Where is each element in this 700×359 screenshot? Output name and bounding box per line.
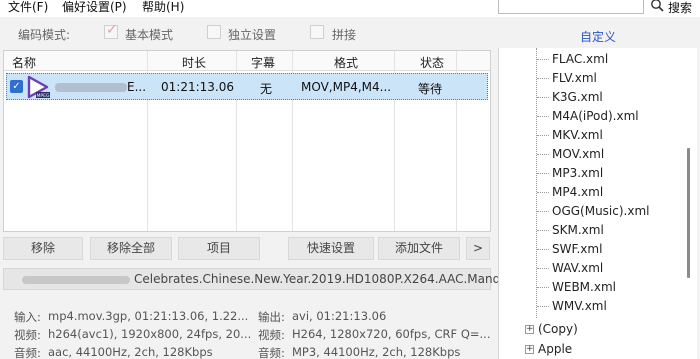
menu-file[interactable]: 文件(F) xyxy=(8,0,48,14)
tree-group-apple[interactable]: + Apple xyxy=(525,342,572,356)
tree-item-label[interactable]: K3G.xml xyxy=(552,90,603,104)
file-list: 名称 时长 字幕 格式 状态 ✓ MPEG E... 01:21:13.06 无… xyxy=(3,50,491,232)
action-bar: 移除 移除全部 项目 快速设置 添加文件 > xyxy=(3,237,493,261)
audio-in-value: aac, 44100Hz, 2ch, 128Kbps xyxy=(48,345,213,359)
tree-item-label[interactable]: FLV.xml xyxy=(552,71,597,85)
mpeg-badge: MPEG xyxy=(37,93,50,99)
tree-item[interactable]: MP4.xml xyxy=(537,185,603,204)
tree-item[interactable]: SKM.xml xyxy=(537,223,604,242)
row-subtitle: 无 xyxy=(260,82,273,96)
tree-item[interactable]: MKV.xml xyxy=(537,128,603,147)
tree-item[interactable]: K3G.xml xyxy=(537,90,603,109)
tree-item[interactable]: FLAC.xml xyxy=(537,52,608,71)
col-name[interactable]: 名称 xyxy=(12,54,36,71)
more-button[interactable]: > xyxy=(466,237,490,260)
tree-item-label[interactable]: FLAC.xml xyxy=(552,52,608,66)
tree-item-label[interactable]: WEBM.xml xyxy=(552,280,616,294)
remove-all-button[interactable]: 移除全部 xyxy=(90,237,172,260)
menu-help[interactable]: 帮助(H) xyxy=(142,0,184,14)
search-icon[interactable] xyxy=(650,0,664,12)
input-value: mp4.mov.3gp, 01:21:13.06, 1.22... xyxy=(48,309,249,323)
search-label[interactable]: 搜索 xyxy=(668,0,692,16)
quick-settings-button[interactable]: 快速设置 xyxy=(288,237,374,260)
tree-item-label[interactable]: MOV.xml xyxy=(552,147,604,161)
independent-label[interactable]: 独立设置 xyxy=(228,26,276,43)
custom-button[interactable]: 自定义 xyxy=(580,28,616,45)
check-icon: ✓ xyxy=(106,22,118,38)
row-status: 等待 xyxy=(418,82,443,96)
encoding-mode-bar: 编码模式: ✓ 基本模式 独立设置 拼接 xyxy=(0,20,498,46)
filename-bar: Celebrates.Chinese.New.Year.2019.HD1080P… xyxy=(3,268,519,290)
tree-item[interactable]: M4A(iPod).xml xyxy=(537,109,639,128)
tree-scrollbar[interactable] xyxy=(687,148,690,278)
expand-icon[interactable]: + xyxy=(525,345,534,354)
basic-mode-label[interactable]: 基本模式 xyxy=(125,26,173,43)
independent-checkbox[interactable] xyxy=(207,25,221,39)
tree-item-label[interactable]: MP3.xml xyxy=(552,166,603,180)
col-status[interactable]: 状态 xyxy=(420,54,444,71)
tree-item-label[interactable]: M4A(iPod).xml xyxy=(552,109,639,123)
item-button[interactable]: 项目 xyxy=(178,237,260,260)
basic-mode-checkbox[interactable]: ✓ xyxy=(104,22,118,39)
tree-item-label[interactable]: WMV.xml xyxy=(552,299,607,313)
redacted-prefix xyxy=(22,276,130,284)
table-row[interactable]: ✓ MPEG E... 01:21:13.06 无 MOV,MP4,M4... … xyxy=(6,73,488,100)
remove-button[interactable]: 移除 xyxy=(3,237,83,260)
row-format: MOV,MP4,M4... xyxy=(301,80,392,94)
col-format[interactable]: 格式 xyxy=(334,54,358,71)
output-value: avi, 01:21:13.06 xyxy=(292,309,387,323)
video-out-label: 视频: xyxy=(258,328,285,342)
file-list-header: 名称 时长 字幕 格式 状态 xyxy=(4,51,490,71)
input-label: 输入: xyxy=(14,310,41,324)
video-label: 视频: xyxy=(14,328,41,342)
expand-icon[interactable]: + xyxy=(525,325,534,334)
tree-item-label[interactable]: MKV.xml xyxy=(552,128,603,142)
tree-group-label[interactable]: Apple xyxy=(538,342,572,356)
tree-item[interactable]: FLV.xml xyxy=(537,71,597,90)
tree-item[interactable]: OGG(Music).xml xyxy=(537,204,650,223)
redacted-filename xyxy=(55,83,127,92)
tree-item-label[interactable]: SWF.xml xyxy=(552,242,602,256)
tree-item-label[interactable]: SKM.xml xyxy=(552,223,604,237)
audio-out-value: MP3, 44100Hz, 2ch, 128Kbps xyxy=(292,345,461,359)
add-file-button[interactable]: 添加文件 xyxy=(378,237,460,260)
output-label: 输出: xyxy=(258,310,285,324)
filename-text: Celebrates.Chinese.New.Year.2019.HD1080P… xyxy=(134,272,520,286)
splice-label[interactable]: 拼接 xyxy=(332,26,356,43)
tree-item[interactable]: SWF.xml xyxy=(537,242,602,261)
profile-tree: FLAC.xml FLV.xml K3G.xml M4A(iPod).xml M… xyxy=(498,48,697,359)
tree-item[interactable]: MOV.xml xyxy=(537,147,604,166)
video-out-value: H264, 1280x720, 60fps, CRF Q=... xyxy=(292,327,491,341)
row-name-suffix: E... xyxy=(127,80,147,94)
col-duration[interactable]: 时长 xyxy=(182,54,206,71)
tree-item-label[interactable]: MP4.xml xyxy=(552,185,603,199)
row-duration: 01:21:13.06 xyxy=(161,80,234,94)
tree-item-label[interactable]: OGG(Music).xml xyxy=(552,204,650,218)
tree-item[interactable]: WAV.xml xyxy=(537,261,603,280)
encoding-mode-label: 编码模式: xyxy=(18,28,71,42)
video-in-value: h264(avc1), 1920x800, 24fps, 20... xyxy=(48,327,252,341)
search-input[interactable] xyxy=(498,0,644,14)
col-subtitle[interactable]: 字幕 xyxy=(251,54,275,71)
tree-item[interactable]: WEBM.xml xyxy=(537,280,616,299)
menu-preferences[interactable]: 偏好设置(P) xyxy=(62,0,127,14)
tree-item[interactable]: MP3.xml xyxy=(537,166,603,185)
audio-label: 音频: xyxy=(14,346,41,359)
audio-out-label: 音频: xyxy=(258,346,285,359)
tree-group-copy[interactable]: + (Copy) xyxy=(525,322,578,336)
tree-item-label[interactable]: WAV.xml xyxy=(552,261,603,275)
video-file-icon: MPEG xyxy=(25,75,51,99)
tree-group-label[interactable]: (Copy) xyxy=(538,322,578,336)
splice-checkbox[interactable] xyxy=(310,25,324,39)
row-checkbox[interactable]: ✓ xyxy=(10,80,23,93)
tree-item[interactable]: WMV.xml xyxy=(537,299,607,318)
